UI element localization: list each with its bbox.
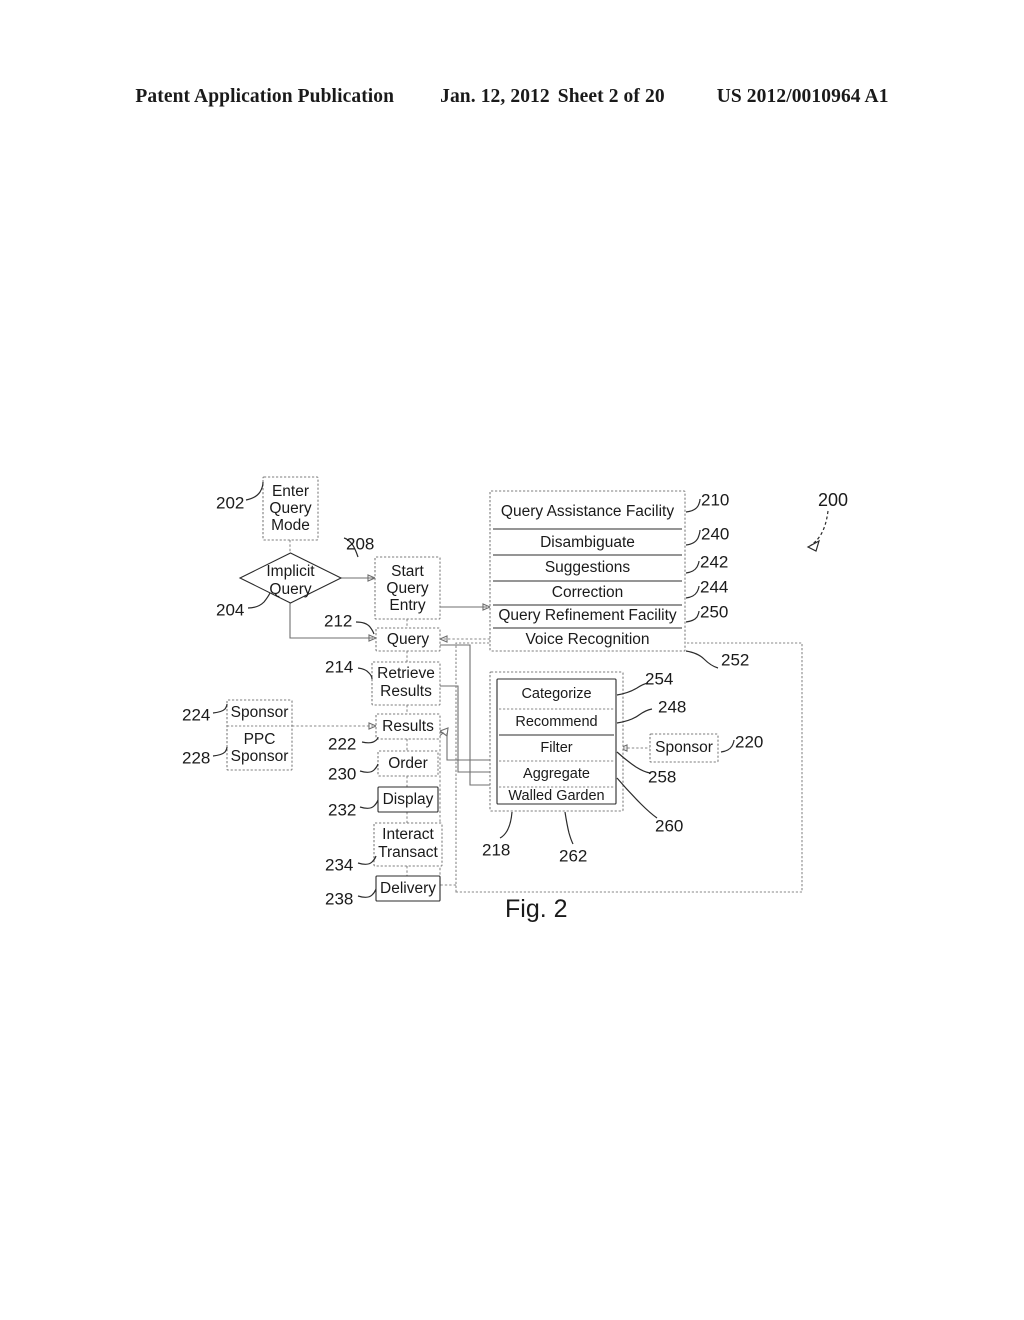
- ref-240: 240: [701, 524, 729, 543]
- qa-row-4-label[interactable]: Query Refinement Facility: [498, 607, 677, 624]
- conn-panel-to-results: [446, 733, 490, 761]
- node-order[interactable]: Order: [377, 750, 439, 777]
- results-label: Results: [382, 718, 434, 735]
- leader-244: [685, 585, 700, 599]
- qa-row-3-label[interactable]: Correction: [552, 584, 624, 601]
- ref-262: 262: [559, 846, 587, 865]
- node-delivery[interactable]: Delivery: [375, 875, 441, 902]
- leader-200-arrow: [810, 510, 829, 546]
- leader-250: [685, 610, 700, 623]
- node-results[interactable]: Results: [375, 713, 441, 740]
- rp-row-4-label[interactable]: Walled Garden: [508, 788, 604, 804]
- leader-218: [499, 811, 513, 839]
- leader-232: [359, 799, 379, 809]
- ref-202: 202: [216, 493, 244, 512]
- enter-query-mode-line-3: Mode: [271, 517, 310, 534]
- leader-228: [212, 746, 228, 757]
- node-sponsor-left-group[interactable]: Sponsor PPC Sponsor: [226, 699, 293, 771]
- leader-240: [685, 529, 701, 546]
- ref-258: 258: [648, 767, 676, 786]
- node-implicit-query[interactable]: Implicit Query: [238, 552, 343, 604]
- node-retrieve-results[interactable]: Retrieve Results: [371, 661, 441, 706]
- qa-row-0-label[interactable]: Query Assistance Facility: [501, 503, 674, 520]
- query-assistance-facility-panel: Query Assistance Facility Disambiguate S…: [489, 490, 686, 652]
- start-query-entry-line-1: Start: [391, 563, 424, 580]
- ref-252: 252: [721, 650, 749, 669]
- ref-214: 214: [325, 657, 353, 676]
- leader-202: [245, 481, 264, 501]
- ref-218: 218: [482, 840, 510, 859]
- ref-224: 224: [182, 705, 210, 724]
- leader-212: [355, 621, 375, 635]
- ref-260: 260: [655, 816, 683, 835]
- qa-row-1-label[interactable]: Disambiguate: [540, 534, 635, 551]
- leader-222: [361, 736, 379, 744]
- ref-212: 212: [324, 611, 352, 630]
- node-interact-transact[interactable]: Interact Transact: [373, 822, 443, 867]
- start-query-entry-line-2: Query: [386, 580, 428, 597]
- leader-220: [720, 739, 735, 753]
- leader-262: [564, 811, 574, 845]
- ppc-sponsor-line-1: PPC: [244, 731, 276, 748]
- leader-238: [357, 888, 377, 898]
- ref-242: 242: [700, 552, 728, 571]
- ref-254: 254: [645, 669, 673, 688]
- leader-234: [357, 855, 377, 865]
- rp-row-1-label[interactable]: Recommend: [515, 714, 597, 730]
- ref-248: 248: [658, 697, 686, 716]
- node-sponsor-right[interactable]: Sponsor: [649, 733, 719, 763]
- figure-2-diagram: Enter Query Mode 202 Implicit Query 204 …: [182, 476, 848, 908]
- ref-244: 244: [700, 577, 728, 596]
- results-processing-panel: Categorize Recommend Filter Aggregate Wa…: [489, 671, 624, 812]
- ref-230: 230: [328, 764, 356, 783]
- leader-210: [685, 498, 701, 513]
- query-label: Query: [387, 631, 429, 648]
- ref-234: 234: [325, 855, 353, 874]
- ref-204: 204: [216, 600, 244, 619]
- leader-204: [247, 592, 271, 609]
- patent-figure-page: Patent Application Publication Jan. 12, …: [0, 0, 1024, 1320]
- leader-252: [685, 650, 719, 669]
- node-query[interactable]: Query: [375, 627, 441, 652]
- qa-row-5-label[interactable]: Voice Recognition: [525, 631, 649, 648]
- ref-200: 200: [818, 490, 848, 510]
- enter-query-mode-line-2: Query: [269, 500, 311, 517]
- node-display[interactable]: Display: [377, 786, 439, 813]
- implicit-query-line-1: Implicit: [266, 563, 315, 580]
- rp-row-3-label[interactable]: Aggregate: [523, 766, 590, 782]
- interact-transact-line-1: Interact: [382, 826, 434, 843]
- enter-query-mode-line-1: Enter: [272, 483, 309, 500]
- node-start-query-entry[interactable]: Start Query Entry: [374, 556, 441, 620]
- interact-transact-line-2: Transact: [378, 844, 438, 861]
- ref-210: 210: [701, 490, 729, 509]
- leader-214: [357, 667, 373, 680]
- retrieve-results-line-1: Retrieve: [377, 665, 435, 682]
- start-query-entry-line-3: Entry: [389, 597, 425, 614]
- leader-242: [685, 560, 700, 574]
- order-label: Order: [388, 755, 428, 772]
- sponsor-left-label: Sponsor: [231, 704, 289, 721]
- leader-224: [212, 703, 228, 714]
- ref-208: 208: [346, 534, 374, 553]
- ref-232: 232: [328, 800, 356, 819]
- display-label: Display: [383, 791, 434, 808]
- leader-230: [359, 763, 379, 773]
- node-enter-query-mode[interactable]: Enter Query Mode: [262, 476, 319, 541]
- figure-caption: Fig. 2: [505, 895, 568, 923]
- retrieve-results-line-2: Results: [380, 683, 432, 700]
- ref-228: 228: [182, 748, 210, 767]
- rp-row-0-label[interactable]: Categorize: [521, 686, 591, 702]
- ref-250: 250: [700, 602, 728, 621]
- sponsor-right-label: Sponsor: [655, 739, 713, 756]
- ppc-sponsor-line-2: Sponsor: [231, 748, 289, 765]
- ref-238: 238: [325, 889, 353, 908]
- qa-row-2-label[interactable]: Suggestions: [545, 559, 631, 576]
- ref-222: 222: [328, 734, 356, 753]
- implicit-query-line-2: Query: [269, 581, 311, 598]
- rp-row-2-label[interactable]: Filter: [540, 740, 572, 756]
- delivery-label: Delivery: [380, 880, 436, 897]
- conn-query-bus-right: [440, 644, 490, 786]
- ref-220: 220: [735, 732, 763, 751]
